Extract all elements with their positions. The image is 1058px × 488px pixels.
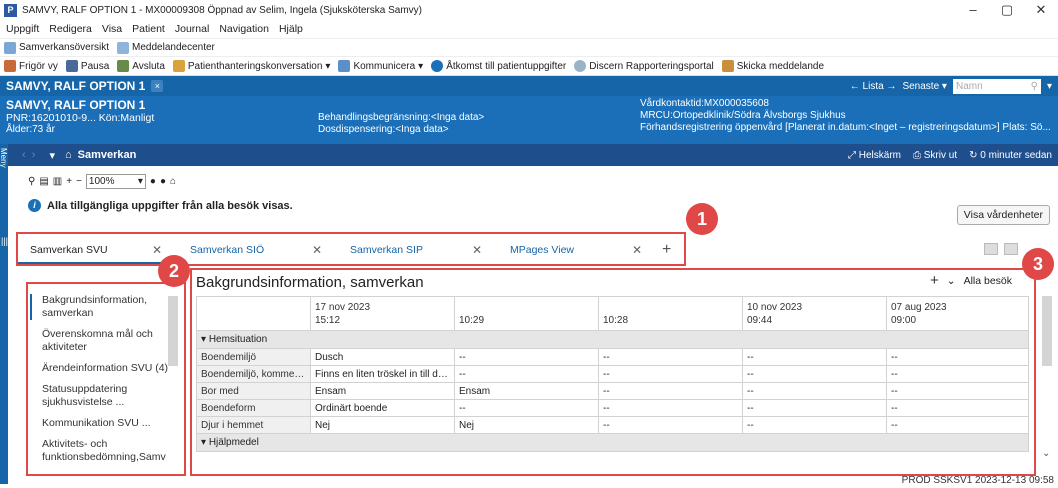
menu-hjalp[interactable]: Hjälp — [279, 23, 303, 35]
tab-actions — [984, 243, 1018, 255]
close-patient-tab-icon[interactable]: × — [151, 80, 164, 92]
send-message-icon — [721, 60, 734, 72]
atkomst-button[interactable]: Åtkomst till patientuppgifter — [431, 60, 566, 72]
app-icon: P — [4, 3, 17, 17]
lista-button[interactable]: ← Lista → — [850, 81, 897, 92]
info-icon — [431, 60, 444, 72]
side-menu-label: Meny — [0, 148, 8, 168]
patient-tab[interactable]: SAMVY, RALF OPTION 1 — [6, 79, 145, 93]
zoom-out-icon[interactable]: − — [76, 176, 82, 187]
senaste-button[interactable]: Senaste ▾ — [902, 81, 947, 92]
vardkontaktid: Vårdkontaktid:MX000035608 — [640, 98, 769, 109]
back-forward-icon[interactable]: ‹ › — [22, 149, 35, 161]
search-icon[interactable]: ⚲ — [1031, 79, 1038, 94]
settings-icon[interactable] — [1004, 243, 1018, 255]
forhandsregistrering: Förhandsregistrering öppenvård [Planerat… — [640, 122, 1051, 133]
nav-title: Samverkan — [77, 149, 137, 161]
dropdown-icon: ▾ — [418, 60, 424, 72]
overview-icon — [4, 41, 16, 54]
toolbar-secondary: Frigör vy Pausa Avsluta Patienthantering… — [0, 56, 1058, 76]
nav-dropdown-icon[interactable]: ▾ — [49, 149, 55, 162]
find-icon[interactable]: ⚲ — [28, 176, 35, 187]
side-menu-strip[interactable]: Meny ||| — [0, 144, 8, 484]
annotation-box-tabs — [16, 232, 686, 266]
grid-scrollbar[interactable] — [1042, 296, 1052, 366]
collapse-handle-icon[interactable]: ||| — [1, 236, 8, 246]
communicate-icon — [338, 60, 351, 72]
annotation-badge-3: 3 — [1022, 248, 1054, 280]
menu-patient[interactable]: Patient — [132, 23, 165, 35]
zoom-in-icon[interactable]: + — [66, 176, 72, 187]
dropdown-icon: ▾ — [325, 60, 331, 72]
annotation-badge-1: 1 — [686, 203, 718, 235]
maximize-icon[interactable]: ▢ — [990, 2, 1024, 18]
more-dropdown-icon[interactable]: ▾ — [1047, 81, 1052, 92]
minimize-icon[interactable]: – — [956, 2, 990, 18]
dosdispensering: Dosdispensering:<Inga data> — [318, 124, 449, 135]
discern-button[interactable]: Discern Rapporteringsportal — [574, 60, 714, 72]
menu-uppgift[interactable]: Uppgift — [6, 23, 39, 35]
visa-vardenheter-button[interactable]: Visa vårdenheter — [956, 205, 1050, 225]
zoom-select[interactable]: 100% ▾ — [85, 173, 146, 189]
close-icon[interactable]: ✕ — [1024, 2, 1058, 18]
frigor-vy-button[interactable]: Frigör vy — [4, 60, 58, 72]
copy-icon[interactable]: ▤ — [39, 176, 48, 187]
exit-icon — [117, 60, 130, 72]
patient-pnr: PNR:16201010-9... Kön:Manligt — [6, 112, 155, 124]
discern-icon — [574, 60, 587, 72]
menu-visa[interactable]: Visa — [102, 23, 122, 35]
info-message: i Alla tillgängliga uppgifter från alla … — [28, 199, 293, 212]
patient-banner: SAMVY, RALF OPTION 1 PNR:16201010-9... K… — [0, 96, 1058, 144]
patient-tab-bar: SAMVY, RALF OPTION 1 × ← Lista → Senaste… — [0, 76, 1058, 96]
pausa-button[interactable]: Pausa — [65, 60, 109, 72]
name-search-input[interactable]: Namn ⚲ — [952, 78, 1041, 94]
menu-redigera[interactable]: Redigera — [49, 23, 92, 35]
scroll-down-icon[interactable]: ⌄ — [1042, 448, 1050, 459]
annotation-badge-2: 2 — [158, 255, 190, 287]
save-icon[interactable] — [984, 243, 998, 255]
info-icon: i — [28, 199, 41, 212]
patient-conversation-icon — [172, 60, 185, 72]
title-bar: P SAMVY, RALF OPTION 1 - MX00009308 Öppn… — [0, 0, 1058, 20]
release-view-icon — [4, 60, 16, 72]
toolbar-primary: Samverkansöversikt Meddelandecenter — [0, 38, 1058, 56]
fullscreen-button[interactable]: ⤢ Helskärm — [848, 150, 901, 161]
print-button[interactable]: ⎙ Skriv ut — [913, 150, 957, 161]
menu-journal[interactable]: Journal — [175, 23, 209, 35]
print-icon[interactable]: ▥ — [53, 176, 62, 187]
back-icon[interactable]: ● — [150, 176, 156, 187]
mrcu-info: MRCU:Ortopedklinik/Södra Älvsborgs Sjukh… — [640, 110, 846, 121]
patienthantering-button[interactable]: Patienthanteringskonversation ▾ — [172, 60, 331, 72]
window-title: SAMVY, RALF OPTION 1 - MX00009308 Öppnad… — [22, 4, 422, 16]
kommunicera-button[interactable]: Kommunicera ▾ — [338, 60, 423, 72]
menu-bar: Uppgift Redigera Visa Patient Journal Na… — [0, 20, 1058, 38]
skicka-meddelande-button[interactable]: Skicka meddelande — [721, 60, 824, 72]
status-bar: PROD SSKSV1 2023-12-13 09:58 — [901, 475, 1054, 486]
message-center-icon — [117, 41, 130, 54]
behandlingsbegransning: Behandlingsbegränsning:<Inga data> — [318, 112, 485, 123]
pause-icon — [65, 60, 78, 72]
refresh-button[interactable]: ↻ 0 minuter sedan — [969, 150, 1052, 161]
samverkansoversikt-button[interactable]: Samverkansöversikt — [4, 41, 109, 54]
home-icon[interactable]: ⌂ — [65, 149, 72, 161]
home-page-icon[interactable]: ⌂ — [170, 176, 176, 187]
patient-age: Ålder:73 år — [6, 124, 55, 135]
forward-icon[interactable]: ● — [160, 176, 166, 187]
annotation-box-grid — [190, 268, 1036, 476]
nav-bar: ‹ › ▾ ⌂ Samverkan ⤢ Helskärm ⎙ Skriv ut … — [8, 144, 1058, 166]
patient-name: SAMVY, RALF OPTION 1 — [6, 98, 146, 112]
menu-navigation[interactable]: Navigation — [219, 23, 269, 35]
meddelandecenter-button[interactable]: Meddelandecenter — [117, 41, 215, 54]
content-toolbar: ⚲ ▤ ▥ + − 100% ▾ ● ● ⌂ — [28, 172, 176, 190]
avsluta-button[interactable]: Avsluta — [117, 60, 165, 72]
annotation-box-nav — [26, 282, 186, 476]
